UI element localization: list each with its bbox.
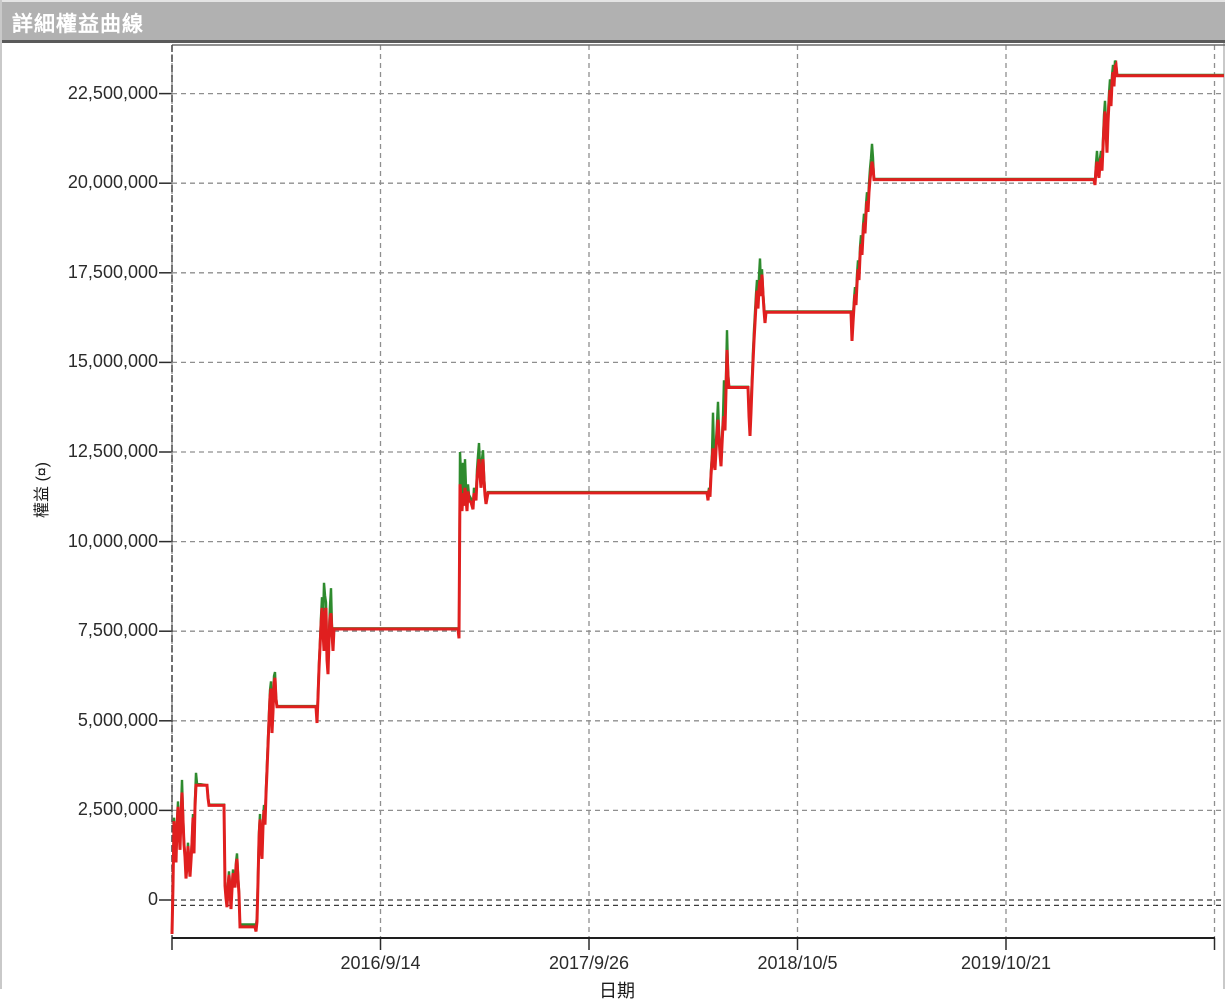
window-titlebar[interactable]: 詳細權益曲線: [2, 0, 1225, 43]
equity-close-red-line: [172, 65, 1224, 934]
y-tick-label: 12,500,000: [38, 441, 158, 462]
equity-peak-green-line: [172, 61, 1224, 933]
x-tick-label: 2016/9/14: [301, 953, 461, 974]
x-tick-label: 2018/10/5: [718, 953, 878, 974]
equity-chart: 權益 (¤) 日期 02,500,0005,000,0007,500,00010…: [2, 0, 1225, 989]
y-tick-label: 15,000,000: [38, 351, 158, 372]
x-axis-title: 日期: [537, 977, 697, 1003]
y-axis-title: 權益 (¤): [28, 462, 52, 518]
equity-curve-window: 權益 (¤) 日期 02,500,0005,000,0007,500,00010…: [0, 0, 1225, 989]
y-tick-label: 7,500,000: [38, 620, 158, 641]
x-tick-label: 2019/10/21: [926, 953, 1086, 974]
y-tick-label: 2,500,000: [38, 799, 158, 820]
chart-canvas: [2, 0, 1225, 989]
x-tick-label: 2017/9/26: [509, 953, 669, 974]
y-tick-label: 20,000,000: [38, 172, 158, 193]
y-tick-label: 17,500,000: [38, 262, 158, 283]
y-tick-label: 0: [38, 889, 158, 910]
y-tick-label: 10,000,000: [38, 531, 158, 552]
window-title: 詳細權益曲線: [2, 2, 1225, 38]
y-tick-label: 22,500,000: [38, 83, 158, 104]
y-tick-label: 5,000,000: [38, 710, 158, 731]
